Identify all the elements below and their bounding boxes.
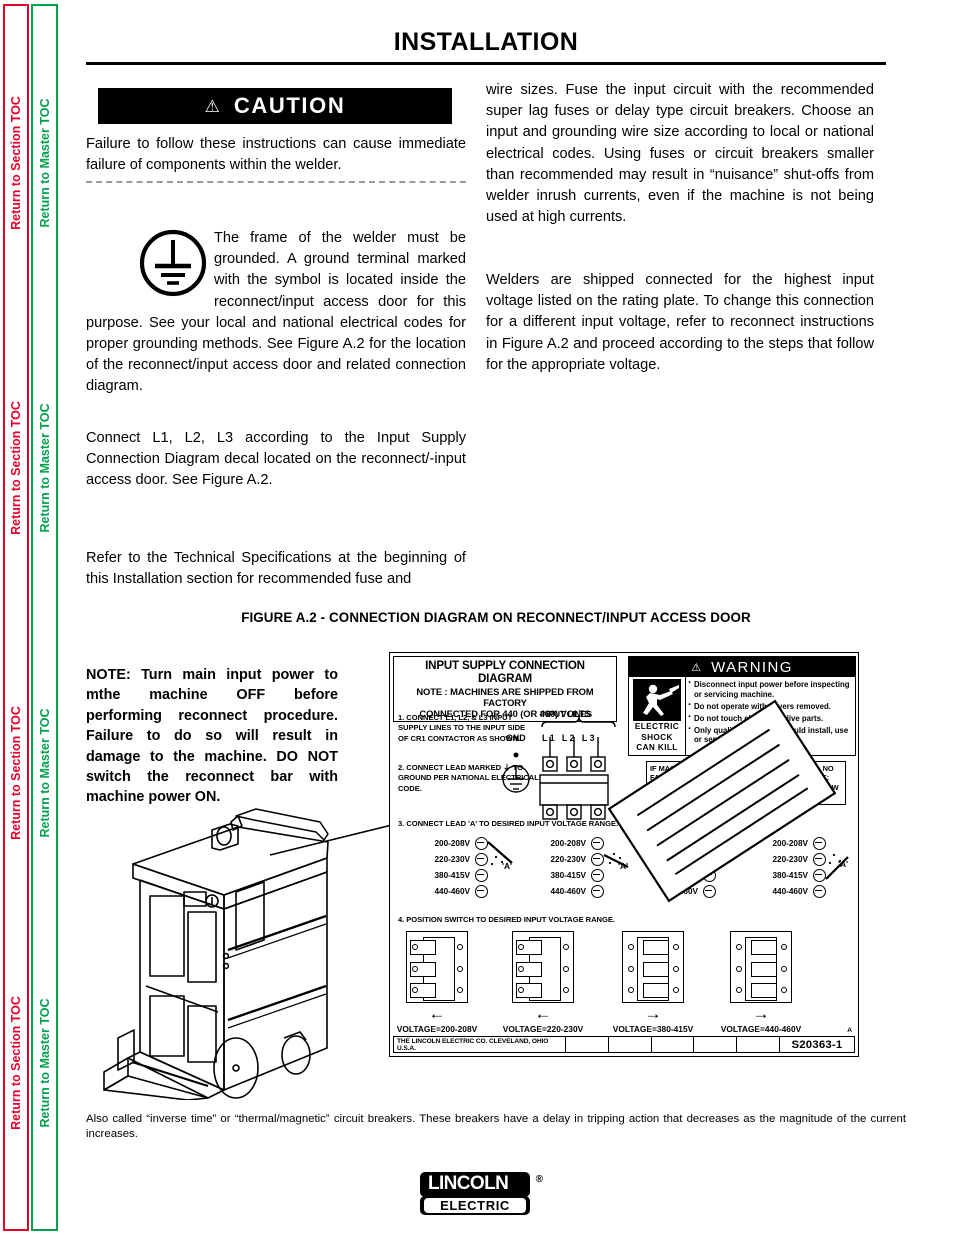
switch-position-diagram[interactable]: ← VOLTAGE=220-230V <box>503 931 583 1034</box>
electric-shock-caption-2: SHOCK <box>641 732 673 742</box>
titleblock-blank-cell <box>694 1037 738 1052</box>
sidebar-item-master-toc[interactable]: Return to Master TOC <box>38 999 52 1128</box>
terminal-stud-icon[interactable] <box>475 884 488 898</box>
terminal-stud-icon[interactable] <box>591 884 604 898</box>
caution-text: Failure to follow these instructions can… <box>86 136 466 174</box>
electric-shock-icon <box>633 679 681 721</box>
lincoln-electric-logo: LINCOLN ® ELECTRIC <box>420 1172 543 1215</box>
voltage-range-label: 380-415V <box>550 870 586 880</box>
terminal-stud-icon[interactable] <box>813 836 826 850</box>
revision-label: A <box>847 1027 852 1034</box>
connection-diagram-decal: INPUT SUPPLY CONNECTION DIAGRAM NOTE : M… <box>389 652 859 1057</box>
warning-title: WARNING <box>711 658 793 676</box>
sidebar-item-section-toc[interactable]: Return to Section TOC <box>9 401 23 535</box>
switch-voltage-label: VOLTAGE=220-230V <box>502 1024 584 1034</box>
decal-header-line-2: NOTE : MACHINES ARE SHIPPED FROM FACTORY <box>416 686 594 708</box>
page-title: INSTALLATION <box>393 28 579 56</box>
sidebar-item-section-toc[interactable]: Return to Section TOC <box>9 706 23 840</box>
sidebar-item-master-toc[interactable]: Return to Master TOC <box>38 709 52 838</box>
return-to-section-toc-column[interactable]: Return to Section TOC Return to Section … <box>3 4 29 1231</box>
caution-banner: ⚠ CAUTION <box>98 88 452 124</box>
titleblock-blank-cell <box>737 1037 780 1052</box>
lead-a-label: 'A' <box>502 861 513 871</box>
switch-direction-arrow: ← <box>534 1004 552 1023</box>
voltage-range-label: 440-460V <box>772 886 808 896</box>
warning-title-bar: ⚠ WARNING <box>629 657 855 677</box>
sidebar-item-master-toc[interactable]: Return to Master TOC <box>38 404 52 533</box>
refer-specs-paragraph: Refer to the Technical Specifications at… <box>86 550 466 588</box>
caution-dashed-divider <box>86 181 466 183</box>
switch-direction-arrow: → <box>752 1004 770 1023</box>
switch-voltage-label: VOLTAGE=440-460V <box>720 1024 802 1034</box>
switch-direction-arrow: → <box>644 1004 662 1023</box>
warning-bullet: Disconnect input power before inspecting… <box>687 679 852 699</box>
switch-position-diagram[interactable]: → VOLTAGE=380-415V <box>613 931 693 1034</box>
drawing-number: S20363-1 <box>791 1038 843 1051</box>
voltage-range-row[interactable]: 440-460V <box>414 883 518 899</box>
lead-a-pointer <box>825 853 849 880</box>
sidebar-item-master-toc[interactable]: Return to Master TOC <box>38 99 52 228</box>
caution-label: CAUTION <box>233 93 346 118</box>
switch-position-diagram[interactable]: ← VOLTAGE=200-208V <box>397 931 477 1034</box>
voltage-range-label: 200-208V <box>550 838 586 848</box>
titleblock-company: THE LINCOLN ELECTRIC CO. CLEVELAND, OHIO… <box>394 1037 566 1052</box>
registered-trademark-icon: ® <box>535 1174 543 1185</box>
drawing-title-block: THE LINCOLN ELECTRIC CO. CLEVELAND, OHIO… <box>393 1036 855 1053</box>
voltage-range-label: 220-230V <box>550 854 586 864</box>
voltage-range-group: 200-208V 220-230V 380-415V 440-460V 'A' <box>752 835 856 899</box>
terminal-stud-icon[interactable] <box>703 884 716 898</box>
switch-voltage-label: VOLTAGE=200-208V <box>396 1024 478 1034</box>
voltage-range-label: 440-460V <box>550 886 586 896</box>
decal-header-line-1: INPUT SUPPLY CONNECTION DIAGRAM <box>425 659 585 685</box>
wire-sizes-paragraph: wire sizes. Fuse the input circuit with … <box>486 82 874 226</box>
connect-lines-paragraph: Connect L1, L2, L3 according to the Inpu… <box>86 430 466 489</box>
voltage-range-label: 220-230V <box>772 854 808 864</box>
footnote-text: Also called “inverse time” or “thermal/m… <box>86 1113 906 1140</box>
warning-triangle-icon: ⚠ <box>204 96 220 116</box>
logo-word-electric: ELECTRIC <box>424 1198 526 1213</box>
voltage-range-label: 440-460V <box>434 886 470 896</box>
lead-a-pointer <box>487 841 513 866</box>
electric-shock-caption-3: CAN KILL <box>636 743 678 753</box>
voltage-range-label: 380-415V <box>434 870 470 880</box>
electric-shock-caption-1: ELECTRIC <box>634 722 680 731</box>
switch-voltage-label: VOLTAGE=380-415V <box>612 1024 694 1034</box>
sidebar-item-section-toc[interactable]: Return to Section TOC <box>9 996 23 1130</box>
logo-word-lincoln: LINCOLN <box>428 1173 509 1194</box>
switch-position-diagram[interactable]: → VOLTAGE=440-460V <box>721 931 801 1034</box>
grounding-paragraph: The frame of the welder must be grounded… <box>86 228 466 398</box>
warning-triangle-icon: ⚠ <box>691 661 702 674</box>
voltage-range-label: 380-415V <box>772 870 808 880</box>
logo-top-bar: LINCOLN ® <box>420 1172 543 1197</box>
electric-shock-pictogram: ELECTRIC SHOCK CAN KILL <box>629 677 685 755</box>
title-divider <box>86 62 886 65</box>
logo-bottom-bar: ELECTRIC <box>420 1196 530 1215</box>
titleblock-blank-cell <box>652 1037 695 1052</box>
protective-earth-ground-icon <box>139 229 207 297</box>
decal-step-4: 4. POSITION SWITCH TO DESIRED INPUT VOLT… <box>398 915 615 924</box>
lead-a-label: 'A' <box>838 859 849 869</box>
terminal-stud-icon[interactable] <box>591 836 604 850</box>
lead-a-label: 'A' <box>618 861 629 871</box>
figure-caption: FIGURE A.2 - CONNECTION DIAGRAM ON RECON… <box>241 610 751 625</box>
return-to-master-toc-column[interactable]: Return to Master TOC Return to Master TO… <box>31 4 58 1231</box>
document-page: INSTALLATION ⚠ CAUTION Failure to follow… <box>62 0 954 1235</box>
reconnect-note: NOTE: Turn main input power to mthe mach… <box>86 667 338 806</box>
sidebar-item-section-toc[interactable]: Return to Section TOC <box>9 96 23 230</box>
voltage-range-label: 220-230V <box>434 854 470 864</box>
voltage-range-row[interactable]: 440-460V <box>530 883 634 899</box>
voltage-range-label: 200-208V <box>434 838 470 848</box>
shipped-voltage-paragraph: Welders are shipped connected for the hi… <box>486 272 874 373</box>
switch-direction-arrow: ← <box>428 1004 446 1023</box>
toc-sidebar: Return to Section TOC Return to Section … <box>0 0 62 1235</box>
voltage-range-group: 200-208V 220-230V 380-415V 440-460V 'A' <box>530 835 634 899</box>
titleblock-blank-cell <box>609 1037 652 1052</box>
titleblock-blank-cell <box>566 1037 609 1052</box>
voltage-range-group: 200-208V 220-230V 380-415V 440-460V 'A' <box>414 835 518 899</box>
